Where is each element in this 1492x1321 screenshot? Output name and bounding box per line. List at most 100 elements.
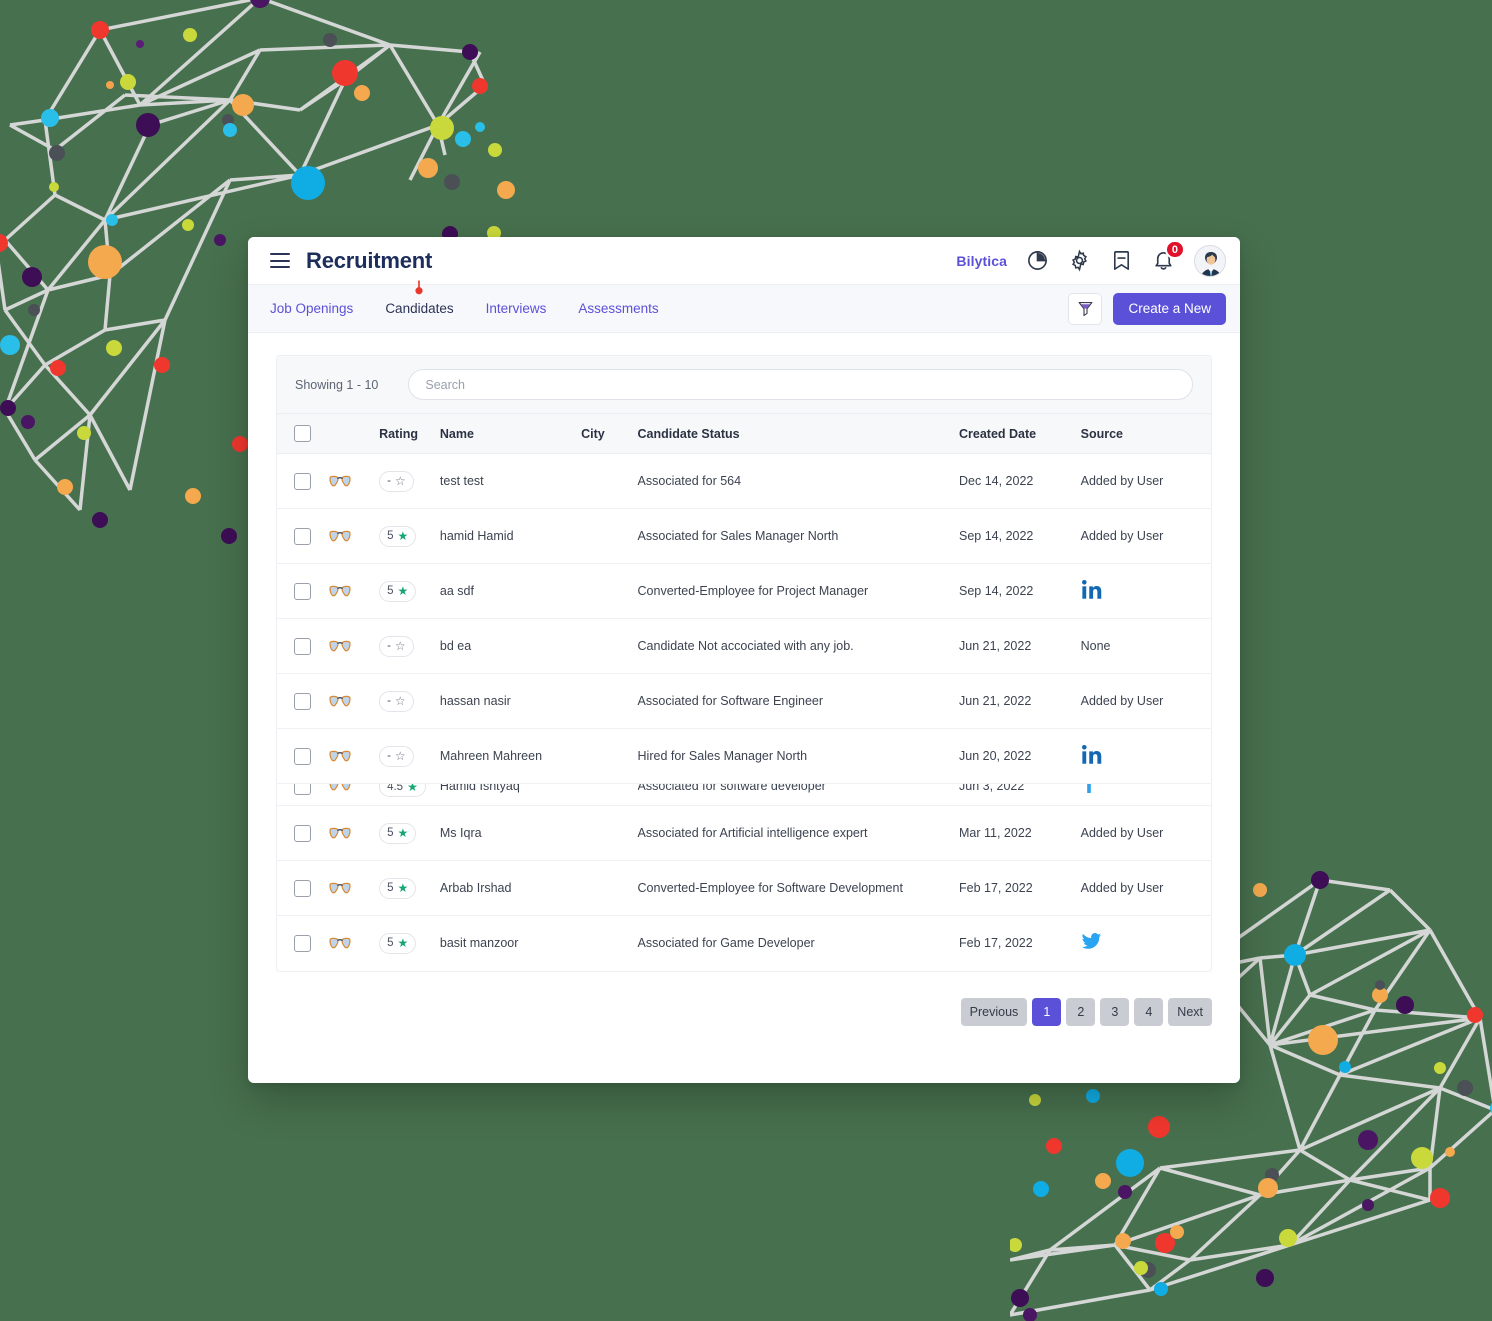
preview-glasses-icon[interactable] [329, 783, 351, 791]
table-row[interactable]: 5 ★ Ms Iqra Associated for Artificial intel… [277, 805, 1211, 861]
rating-badge[interactable]: - ☆ [379, 635, 414, 657]
row-checkbox[interactable] [294, 692, 311, 710]
preview-glasses-icon[interactable] [329, 585, 351, 597]
candidate-name: hamid Hamid [439, 529, 514, 543]
table-row[interactable]: - ☆ Mahreen Mahreen Hired for Sales Manager… [277, 728, 1211, 784]
preview-glasses-icon[interactable] [329, 882, 351, 894]
row-checkbox[interactable] [294, 527, 311, 545]
pagination-page-4[interactable]: 4 [1134, 997, 1164, 1026]
create-new-button[interactable]: Create a New [1113, 292, 1226, 325]
twitter-icon[interactable] [1081, 931, 1102, 952]
row-rating-cell: 5 ★ [379, 563, 440, 619]
rating-badge[interactable]: 5 ★ [379, 877, 417, 899]
tab-job-openings[interactable]: Job Openings [270, 301, 353, 316]
gear-icon[interactable] [1068, 249, 1091, 272]
row-checkbox[interactable] [294, 472, 311, 490]
row-source-cell [1081, 916, 1211, 971]
linkedin-icon[interactable] [1081, 744, 1103, 766]
table-row[interactable]: 5 ★ aa sdf Converted-Employee for Project M… [277, 563, 1211, 619]
rating-badge[interactable]: 4.5 ★ [379, 783, 426, 797]
preview-glasses-icon[interactable] [329, 640, 351, 652]
row-source-cell: Added by User [1080, 805, 1211, 861]
row-checkbox[interactable] [294, 747, 311, 765]
row-name-cell[interactable]: Arbab Irshad [439, 860, 582, 916]
table-row[interactable]: - ☆ hassan nasir Associated for Software En… [277, 673, 1211, 729]
created-date: Jun 3, 2022 [959, 783, 1025, 793]
row-name-cell[interactable]: bd ea [439, 618, 582, 674]
select-all-checkbox[interactable] [294, 425, 311, 442]
avatar[interactable] [1194, 244, 1226, 277]
pagination-previous[interactable]: Previous [960, 997, 1028, 1026]
active-tab-pin-icon [415, 280, 424, 295]
row-date-cell: Mar 11, 2022 [959, 805, 1081, 861]
row-name-cell[interactable]: hamid Hamid [439, 508, 582, 564]
row-checkbox[interactable] [294, 879, 311, 897]
row-name-cell[interactable]: Mahreen Mahreen [439, 728, 582, 784]
row-name-cell[interactable]: aa sdf [439, 563, 582, 619]
rating-badge[interactable]: - ☆ [379, 745, 414, 767]
rating-badge[interactable]: 5 ★ [379, 932, 417, 954]
rating-badge[interactable]: - ☆ [379, 690, 414, 712]
preview-glasses-icon[interactable] [329, 827, 351, 839]
created-date: Jun 20, 2022 [959, 749, 1032, 763]
linkedin-icon[interactable] [1081, 579, 1103, 601]
row-source-cell [1080, 563, 1211, 619]
preview-glasses-icon[interactable] [329, 937, 351, 949]
pie-chart-icon[interactable] [1026, 249, 1049, 272]
preview-glasses-icon[interactable] [329, 475, 351, 487]
tab-assessments[interactable]: Assessments [578, 301, 658, 316]
tab-interviews[interactable]: Interviews [486, 301, 547, 316]
table-row[interactable]: - ☆ test test Associated for 564 Dec 14, 202… [277, 453, 1211, 509]
row-checkbox[interactable] [294, 783, 311, 795]
candidate-name: Ms Iqra [439, 826, 482, 840]
row-checkbox[interactable] [294, 637, 311, 655]
row-date-cell: Jun 3, 2022 [959, 783, 1081, 806]
candidate-status: Associated for Sales Manager North [637, 529, 839, 543]
page-title: Recruitment [306, 247, 433, 273]
row-status-cell: Hired for Sales Manager North [637, 728, 959, 784]
row-checkbox[interactable] [294, 824, 311, 842]
row-name-cell[interactable]: hassan nasir [439, 673, 582, 729]
tab-candidates[interactable]: Candidates [385, 280, 454, 316]
row-checkbox[interactable] [294, 934, 311, 952]
candidate-status: Associated for 564 [637, 474, 742, 488]
brand-link[interactable]: Bilytica [956, 253, 1007, 269]
rating-badge[interactable]: 5 ★ [379, 580, 417, 602]
preview-glasses-icon[interactable] [329, 530, 351, 542]
hamburger-icon[interactable] [270, 253, 290, 268]
screen: Recruitment Bilytica 0 Job Openings Cand… [0, 0, 1492, 1321]
pagination-next[interactable]: Next [1168, 997, 1212, 1026]
table-row[interactable]: 4.5 ★ Hamid Ishtyaq Associated for software… [277, 783, 1211, 806]
pagination-page-3[interactable]: 3 [1100, 997, 1130, 1026]
table-row[interactable]: 5 ★ Arbab Irshad Converted-Employee for Sof… [277, 860, 1211, 916]
row-date-cell: Sep 14, 2022 [959, 563, 1081, 619]
row-name-cell[interactable]: Ms Iqra [439, 805, 582, 861]
row-name-cell[interactable]: Hamid Ishtyaq [439, 783, 582, 806]
col-city: City [581, 414, 638, 454]
preview-glasses-icon[interactable] [329, 750, 351, 762]
rating-badge[interactable]: - ☆ [379, 470, 414, 492]
notifications[interactable]: 0 [1152, 240, 1185, 272]
row-name-cell[interactable]: basit manzoor [440, 916, 581, 971]
col-created-date: Created Date [959, 414, 1081, 454]
bookmark-icon[interactable] [1110, 249, 1133, 272]
rating-badge[interactable]: 5 ★ [379, 525, 417, 547]
table-row[interactable]: 5 ★ hamid Hamid Associated for Sales Manage… [277, 508, 1211, 564]
pagination-page-1[interactable]: 1 [1032, 997, 1062, 1026]
search-input[interactable] [408, 369, 1193, 400]
row-name-cell[interactable]: test test [439, 453, 582, 509]
preview-glasses-icon[interactable] [329, 695, 351, 707]
filter-button[interactable] [1068, 292, 1103, 325]
row-select-cell [277, 453, 330, 509]
table-row[interactable]: 5 ★ basit manzoor Associated for Game Devel… [277, 916, 1211, 971]
row-date-cell: Feb 17, 2022 [959, 916, 1081, 971]
row-rating-cell: - ☆ [379, 728, 440, 784]
pagination-page-2[interactable]: 2 [1066, 997, 1096, 1026]
rating-value: 4.5 [387, 783, 404, 793]
rating-badge[interactable]: 5 ★ [379, 822, 417, 844]
row-checkbox[interactable] [294, 582, 311, 600]
table-row[interactable]: - ☆ bd ea Candidate Not accociated with any… [277, 618, 1211, 674]
source-label: Added by User [1080, 694, 1164, 708]
row-city-cell [581, 673, 638, 729]
telegram-icon[interactable] [1081, 783, 1097, 795]
